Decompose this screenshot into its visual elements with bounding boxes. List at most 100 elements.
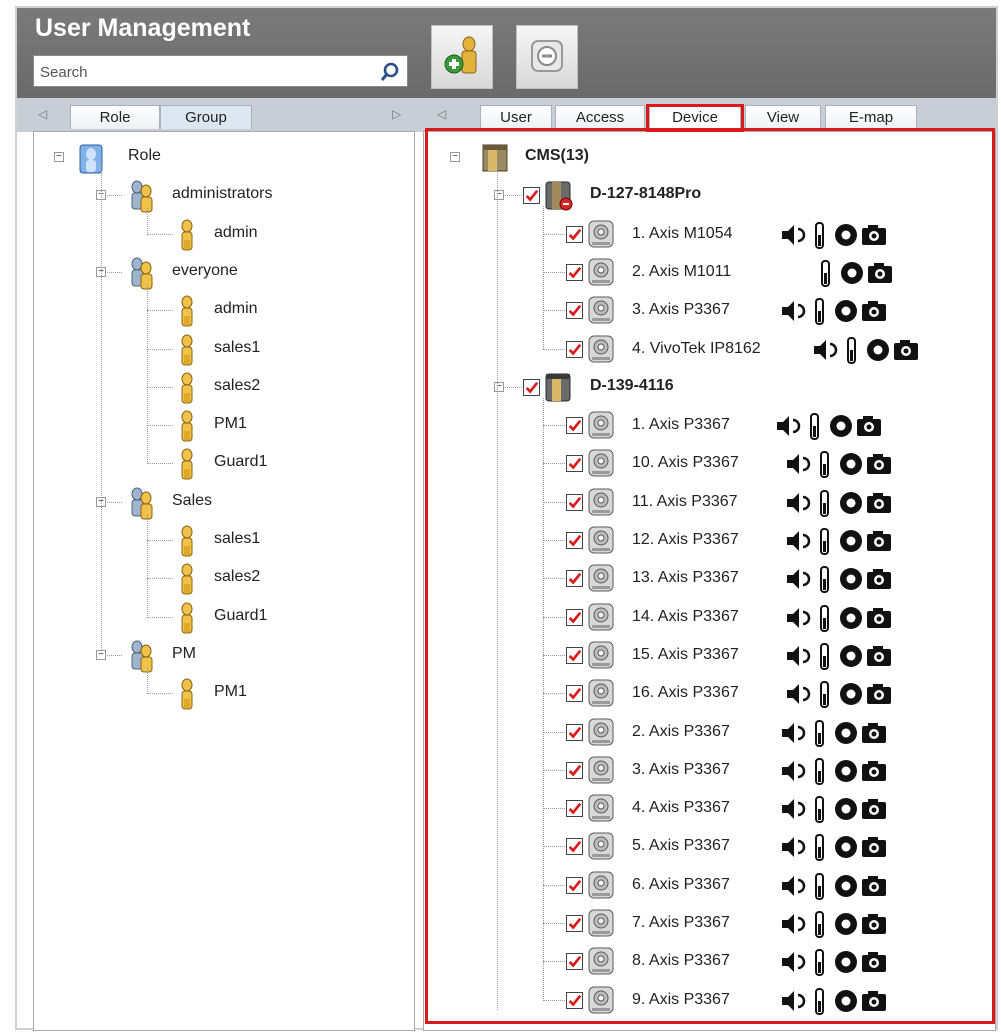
tree-item-user[interactable]: admin — [214, 300, 258, 318]
tree-item-group[interactable]: PM — [172, 645, 196, 663]
tab-access[interactable]: Access — [555, 105, 645, 129]
user-icon — [178, 525, 198, 564]
tab-device[interactable]: Device — [649, 105, 741, 129]
tree-item-group[interactable]: everyone — [172, 262, 238, 280]
tree-item-user[interactable]: Guard1 — [214, 607, 267, 625]
camera-label[interactable]: 2. Axis M1011 — [632, 263, 731, 281]
tree-item-user[interactable]: admin — [214, 224, 258, 242]
camera-checkbox[interactable] — [566, 302, 583, 320]
add-user-button[interactable] — [431, 25, 493, 89]
camera-checkbox[interactable] — [566, 800, 583, 818]
tree-item-user[interactable]: sales2 — [214, 377, 260, 395]
tree-item-user[interactable]: PM1 — [214, 683, 247, 701]
camera-label[interactable]: 9. Axis P3367 — [632, 991, 730, 1009]
tree-item-user[interactable]: PM1 — [214, 415, 247, 433]
tree-connector — [543, 616, 565, 618]
camera-label[interactable]: 11. Axis P3367 — [632, 493, 738, 511]
io-icon — [815, 719, 824, 747]
search-icon[interactable] — [379, 61, 401, 83]
camera-permission-icons — [780, 757, 891, 787]
tree-connector — [147, 667, 148, 695]
tab-e-map[interactable]: E-map — [825, 105, 917, 129]
camera-checkbox[interactable] — [566, 761, 583, 779]
camera-label[interactable]: 12. Axis P3367 — [632, 531, 739, 549]
scroll-left-icon[interactable]: ◁ — [38, 107, 47, 121]
tree-item-group[interactable]: administrators — [172, 185, 272, 203]
cms-icon — [480, 142, 510, 179]
audio-icon — [782, 760, 806, 781]
tab-user[interactable]: User — [480, 105, 552, 129]
camera-checkbox[interactable] — [566, 493, 583, 511]
camera-checkbox[interactable] — [566, 685, 583, 703]
camera-icon — [587, 985, 617, 1022]
collapse-toggle[interactable]: − — [494, 381, 504, 392]
scroll-right-icon[interactable]: ▷ — [392, 107, 401, 121]
camera-permission-icons — [780, 910, 891, 940]
camera-checkbox[interactable] — [566, 570, 583, 588]
camera-checkbox[interactable] — [566, 608, 583, 626]
camera-checkbox[interactable] — [566, 340, 583, 358]
camera-label[interactable]: 2. Axis P3367 — [632, 723, 730, 741]
tab-view[interactable]: View — [745, 105, 821, 129]
server-label[interactable]: D-127-8148Pro — [590, 185, 701, 203]
add-user-icon — [444, 36, 477, 74]
camera-label[interactable]: 14. Axis P3367 — [632, 608, 739, 626]
tree-item-user[interactable]: sales1 — [214, 530, 260, 548]
remove-user-button[interactable] — [516, 25, 578, 89]
tab-group[interactable]: Group — [160, 105, 252, 129]
camera-checkbox[interactable] — [566, 838, 583, 856]
collapse-toggle[interactable]: − — [96, 649, 106, 660]
camera-checkbox[interactable] — [566, 263, 583, 281]
camera-checkbox[interactable] — [566, 225, 583, 243]
collapse-toggle[interactable]: − — [494, 190, 504, 201]
camera-label[interactable]: 16. Axis P3367 — [632, 684, 739, 702]
camera-label[interactable]: 4. VivoTek IP8162 — [632, 340, 761, 358]
camera-checkbox[interactable] — [566, 991, 583, 1009]
collapse-toggle[interactable]: − — [54, 152, 64, 162]
tree-connector — [543, 397, 544, 1001]
audio-icon — [787, 645, 811, 666]
camera-checkbox[interactable] — [566, 417, 583, 435]
camera-label[interactable]: 1. Axis M1054 — [632, 225, 733, 243]
snapshot-icon — [867, 684, 891, 705]
server-label[interactable]: D-139-4116 — [590, 377, 674, 395]
camera-label[interactable]: 3. Axis P3367 — [632, 301, 730, 319]
collapse-toggle[interactable]: − — [450, 152, 460, 162]
camera-label[interactable]: 10. Axis P3367 — [632, 454, 739, 472]
tree-connector — [543, 233, 565, 235]
camera-checkbox[interactable] — [566, 953, 583, 971]
camera-checkbox[interactable] — [566, 646, 583, 664]
server-checkbox[interactable] — [523, 378, 540, 396]
search-input[interactable] — [38, 60, 372, 84]
record-icon — [840, 530, 862, 552]
camera-label[interactable]: 8. Axis P3367 — [632, 952, 730, 970]
server-icon — [543, 372, 573, 409]
camera-checkbox[interactable] — [566, 723, 583, 741]
camera-checkbox[interactable] — [566, 876, 583, 894]
camera-label[interactable]: 3. Axis P3367 — [632, 761, 730, 779]
tree-item-user[interactable]: Guard1 — [214, 453, 267, 471]
camera-label[interactable]: 7. Axis P3367 — [632, 914, 730, 932]
camera-label[interactable]: 4. Axis P3367 — [632, 799, 730, 817]
scroll-left-icon[interactable]: ◁ — [437, 107, 446, 121]
tree-item-group[interactable]: Sales — [172, 492, 212, 510]
tab-role[interactable]: Role — [70, 105, 160, 129]
tree-item-user[interactable]: sales2 — [214, 568, 260, 586]
audio-icon — [787, 531, 811, 551]
io-icon — [815, 221, 824, 249]
camera-label[interactable]: 15. Axis P3367 — [632, 646, 739, 664]
camera-icon — [587, 525, 617, 562]
user-group-icon — [124, 180, 154, 219]
camera-label[interactable]: 6. Axis P3367 — [632, 876, 730, 894]
server-checkbox[interactable] — [523, 187, 540, 205]
camera-checkbox[interactable] — [566, 455, 583, 473]
camera-label[interactable]: 5. Axis P3367 — [632, 837, 730, 855]
tree-item-user[interactable]: sales1 — [214, 339, 260, 357]
camera-label[interactable]: 1. Axis P3367 — [632, 416, 730, 434]
audio-icon — [782, 875, 806, 896]
camera-checkbox[interactable] — [566, 532, 583, 549]
camera-checkbox[interactable] — [566, 915, 583, 932]
search-box[interactable] — [33, 55, 408, 87]
tree-connector — [147, 616, 173, 618]
camera-label[interactable]: 13. Axis P3367 — [632, 569, 739, 587]
